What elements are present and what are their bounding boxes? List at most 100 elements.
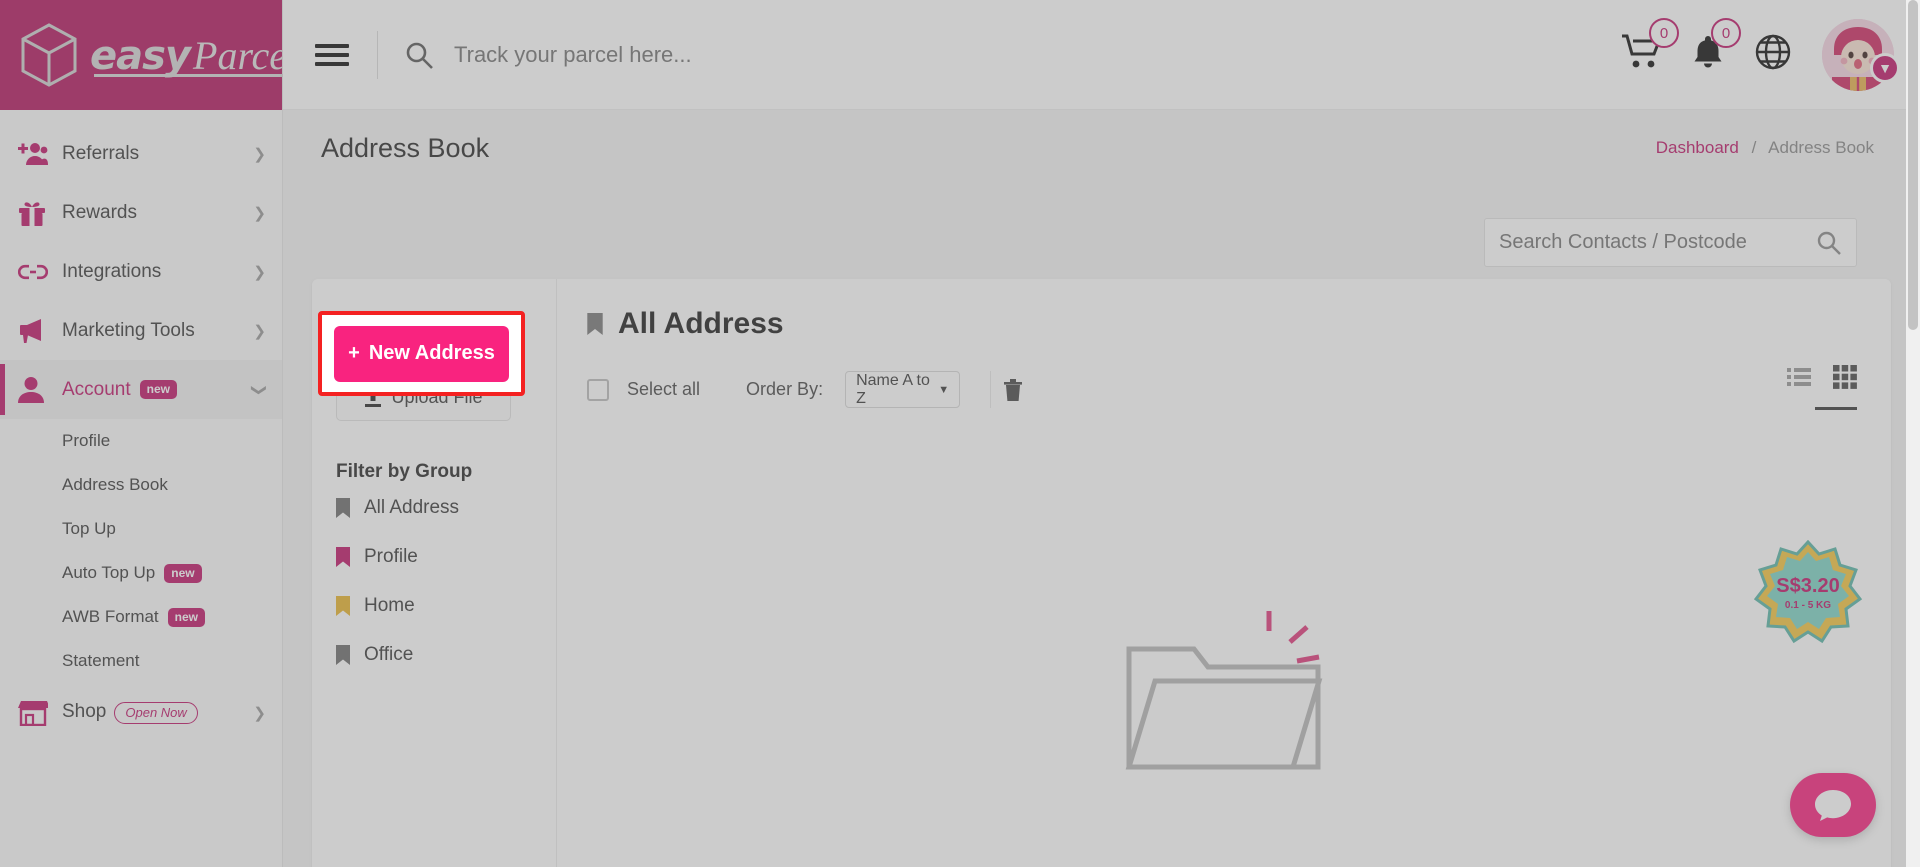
chevron-right-icon: ❯ bbox=[253, 704, 266, 722]
group-item-office[interactable]: Office bbox=[336, 630, 556, 679]
brand-underline bbox=[94, 73, 302, 77]
scrollbar-thumb[interactable] bbox=[1908, 0, 1918, 330]
sidebar-sub-label: Profile bbox=[62, 431, 111, 450]
page-title: Address Book bbox=[321, 132, 490, 163]
sidebar-item-address-book[interactable]: Address Book bbox=[0, 463, 282, 507]
account-text: Account bbox=[62, 378, 131, 400]
sidebar-item-label: Account new bbox=[62, 379, 253, 401]
order-by-select[interactable]: Name A to Z ▼ bbox=[845, 371, 961, 408]
promo-price-badge[interactable]: S$3.20 0.1 - 5 KG bbox=[1753, 539, 1863, 644]
person-add-icon bbox=[18, 141, 62, 167]
list-view-icon bbox=[1787, 368, 1811, 386]
sidebar-nav: Referrals ❯ Rewards ❯ Integrations ❯ Mar… bbox=[0, 110, 282, 742]
chevron-down-icon: ▼ bbox=[938, 383, 950, 396]
new-address-button[interactable]: + New Address bbox=[334, 325, 509, 382]
cube-logo-icon bbox=[21, 23, 77, 87]
promo-weight: 0.1 - 5 KG bbox=[1785, 600, 1831, 611]
sidebar-item-shop[interactable]: Shop Open Now ❯ bbox=[0, 683, 282, 742]
group-item-all-address[interactable]: All Address bbox=[336, 483, 556, 532]
sidebar-item-integrations[interactable]: Integrations ❯ bbox=[0, 242, 282, 301]
search-icon bbox=[406, 42, 433, 69]
open-now-badge: Open Now bbox=[114, 702, 198, 724]
topbar-actions: 0 0 ▼ bbox=[1622, 18, 1920, 91]
cart-button[interactable]: 0 bbox=[1622, 18, 1679, 75]
sidebar-item-awb-format[interactable]: AWB Format new bbox=[0, 595, 282, 639]
address-book-card: + New Address Upload File Filter by Grou… bbox=[312, 279, 1891, 867]
breadcrumb-separator: / bbox=[1751, 138, 1757, 157]
brand-logo[interactable]: easyParcel™ bbox=[0, 0, 309, 110]
group-label: All Address bbox=[364, 496, 460, 518]
sidebar-sub-label: AWB Format bbox=[62, 607, 159, 626]
chevron-right-icon: ❯ bbox=[253, 263, 266, 281]
sidebar-sub-label: Top Up bbox=[62, 519, 116, 538]
filter-by-group-title: Filter by Group bbox=[336, 461, 473, 482]
new-badge: new bbox=[139, 379, 177, 399]
new-address-highlight: + New Address bbox=[318, 311, 525, 396]
grid-view-icon bbox=[1833, 365, 1857, 389]
select-all-checkbox[interactable] bbox=[587, 378, 609, 401]
hamburger-menu-icon[interactable] bbox=[315, 39, 349, 71]
select-all-label: Select all bbox=[627, 379, 701, 399]
address-list-header: All Address bbox=[587, 307, 1857, 341]
sidebar-item-account[interactable]: Account new ❯ bbox=[0, 360, 282, 419]
store-icon bbox=[18, 700, 62, 726]
app-root: easyParcel™ Referrals ❯ bbox=[0, 0, 1920, 867]
chevron-down-icon[interactable]: ▼ bbox=[1870, 52, 1900, 83]
breadcrumb-dashboard[interactable]: Dashboard bbox=[1656, 138, 1739, 157]
sidebar-item-marketing-tools[interactable]: Marketing Tools ❯ bbox=[0, 301, 282, 360]
order-by-label: Order By: bbox=[746, 379, 824, 399]
bookmark-icon bbox=[336, 497, 350, 518]
chat-icon bbox=[1815, 790, 1851, 821]
sidebar-sub-label: Statement bbox=[62, 651, 140, 670]
search-contacts-input[interactable] bbox=[1499, 231, 1816, 254]
empty-state-folder-icon bbox=[1125, 611, 1323, 770]
new-badge: new bbox=[167, 607, 205, 627]
bookmark-icon bbox=[587, 313, 603, 335]
notification-count-badge: 0 bbox=[1711, 18, 1741, 48]
address-list-title: All Address bbox=[618, 307, 784, 340]
sidebar-sub-label: Address Book bbox=[62, 475, 168, 494]
chevron-right-icon: ❯ bbox=[253, 204, 266, 222]
search-icon[interactable] bbox=[1816, 230, 1842, 256]
active-view-indicator bbox=[1815, 407, 1857, 410]
notifications-button[interactable]: 0 bbox=[1692, 18, 1741, 75]
new-address-label: New Address bbox=[368, 342, 495, 364]
sidebar-item-rewards[interactable]: Rewards ❯ bbox=[0, 183, 282, 242]
sidebar-item-label: Referrals bbox=[62, 142, 140, 164]
sidebar-item-auto-top-up[interactable]: Auto Top Up new bbox=[0, 551, 282, 595]
plus-icon: + bbox=[348, 342, 360, 364]
sidebar-item-profile[interactable]: Profile bbox=[0, 419, 282, 463]
sidebar-item-referrals[interactable]: Referrals ❯ bbox=[0, 124, 282, 183]
bookmark-icon bbox=[336, 546, 350, 567]
language-button[interactable] bbox=[1754, 33, 1792, 76]
address-list-toolbar: Select all Order By: Name A to Z ▼ bbox=[587, 371, 1857, 408]
globe-icon bbox=[1755, 34, 1791, 70]
sidebar-item-label: Integrations bbox=[62, 260, 162, 282]
link-icon bbox=[18, 263, 62, 281]
chat-support-button[interactable] bbox=[1790, 773, 1876, 837]
group-label: Office bbox=[364, 643, 414, 665]
megaphone-icon bbox=[18, 318, 62, 344]
group-item-home[interactable]: Home bbox=[336, 581, 556, 630]
grid-view-button[interactable] bbox=[1833, 365, 1857, 394]
sidebar-item-top-up[interactable]: Top Up bbox=[0, 507, 282, 551]
shop-text: Shop bbox=[62, 701, 107, 722]
track-parcel-input[interactable] bbox=[454, 41, 1074, 68]
cart-count-badge: 0 bbox=[1649, 18, 1679, 48]
sidebar-item-statement[interactable]: Statement bbox=[0, 639, 282, 683]
track-parcel-search[interactable] bbox=[404, 40, 1622, 70]
user-menu[interactable]: ▼ bbox=[1822, 18, 1900, 91]
sidebar: easyParcel™ Referrals ❯ bbox=[0, 0, 309, 867]
chevron-down-icon: ❯ bbox=[250, 383, 268, 396]
brand-wordmark: easyParcel™ bbox=[90, 32, 309, 79]
order-by-value: Name A to Z bbox=[856, 371, 930, 407]
delete-selected-button[interactable] bbox=[990, 371, 1034, 408]
chevron-right-icon: ❯ bbox=[253, 145, 266, 163]
list-view-button[interactable] bbox=[1787, 367, 1811, 392]
chevron-right-icon: ❯ bbox=[253, 322, 266, 340]
main-content: + New Address Upload File Filter by Grou… bbox=[283, 186, 1920, 867]
search-contacts-box[interactable] bbox=[1484, 218, 1857, 267]
group-item-profile[interactable]: Profile bbox=[336, 532, 556, 581]
page-scrollbar[interactable] bbox=[1906, 0, 1920, 867]
view-toggle-group bbox=[1787, 365, 1857, 394]
